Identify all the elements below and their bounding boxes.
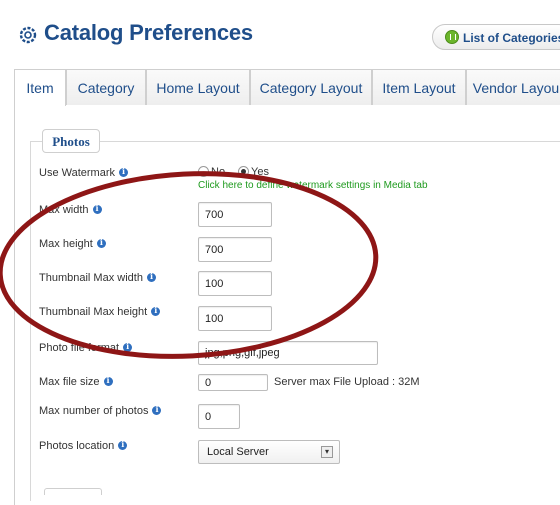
list-of-categories-button[interactable]: List of Categories — [432, 24, 560, 50]
info-icon[interactable] — [118, 439, 128, 450]
max-height-text: Max height — [39, 238, 93, 250]
max-width-text: Max width — [39, 204, 89, 216]
server-max-upload-note: Server max File Upload : 32M — [274, 376, 420, 388]
page-title: Catalog Preferences — [44, 20, 253, 45]
info-icon[interactable] — [151, 305, 161, 316]
list-of-categories-label: List of Categories — [463, 31, 560, 45]
thumbnail-max-height-label: Thumbnail Max height — [39, 305, 161, 318]
tab-category-layout[interactable]: Category Layout — [250, 69, 372, 105]
info-icon[interactable] — [152, 404, 162, 415]
max-number-of-photos-label: Max number of photos — [39, 404, 162, 417]
max-file-size-input[interactable] — [198, 374, 268, 391]
tab-category[interactable]: Category — [66, 69, 146, 105]
thumbnail-max-height-input[interactable] — [198, 306, 272, 331]
max-number-of-photos-input[interactable] — [198, 404, 240, 429]
fieldset-border — [30, 141, 560, 142]
header: Catalog Preferences List of Categories — [0, 0, 560, 66]
info-icon[interactable] — [96, 237, 106, 248]
thumbnail-max-width-text: Thumbnail Max width — [39, 272, 143, 284]
watermark-yes-label: Yes — [251, 166, 269, 178]
photo-file-format-label: Photo file format — [39, 341, 133, 354]
thumbnail-max-height-text: Thumbnail Max height — [39, 306, 148, 318]
thumbnail-max-width-label: Thumbnail Max width — [39, 271, 156, 284]
watermark-no-radio[interactable] — [198, 166, 209, 177]
info-icon[interactable] — [92, 203, 102, 214]
max-number-of-photos-text: Max number of photos — [39, 405, 149, 417]
photos-legend: Photos — [42, 129, 100, 153]
info-icon[interactable] — [103, 375, 113, 386]
max-height-label: Max height — [39, 237, 106, 250]
watermark-yes-radio[interactable] — [238, 166, 249, 177]
watermark-settings-link[interactable]: Click here to define watermark settings … — [198, 180, 428, 191]
tab-home-layout[interactable]: Home Layout — [146, 69, 250, 105]
photo-file-format-input[interactable] — [198, 341, 378, 365]
info-icon[interactable] — [123, 341, 133, 352]
list-icon — [445, 30, 459, 44]
tab-item[interactable]: Item — [14, 69, 66, 106]
photos-location-text: Photos location — [39, 440, 115, 452]
max-width-label: Max width — [39, 203, 102, 216]
tab-item-layout[interactable]: Item Layout — [372, 69, 466, 105]
chevron-down-icon: ▾ — [321, 446, 333, 458]
photos-location-select[interactable]: Local Server ▾ — [198, 440, 340, 464]
fieldset-border-left — [30, 141, 31, 501]
info-icon[interactable] — [146, 271, 156, 282]
photo-file-format-text: Photo file format — [39, 342, 120, 354]
use-watermark-label: Use Watermark — [39, 166, 128, 179]
use-watermark-text: Use Watermark — [39, 167, 115, 179]
watermark-no-label: No — [211, 166, 226, 178]
tab-vendor-layout[interactable]: Vendor Layou — [466, 69, 560, 105]
max-width-input[interactable] — [198, 202, 272, 227]
gear-icon — [19, 26, 37, 44]
max-height-input[interactable] — [198, 237, 272, 262]
photos-location-label: Photos location — [39, 439, 128, 452]
info-icon[interactable] — [119, 166, 128, 177]
max-file-size-text: Max file size — [39, 376, 100, 388]
photos-location-value: Local Server — [207, 446, 269, 458]
max-file-size-label: Max file size — [39, 375, 113, 388]
thumbnail-max-width-input[interactable] — [198, 271, 272, 296]
